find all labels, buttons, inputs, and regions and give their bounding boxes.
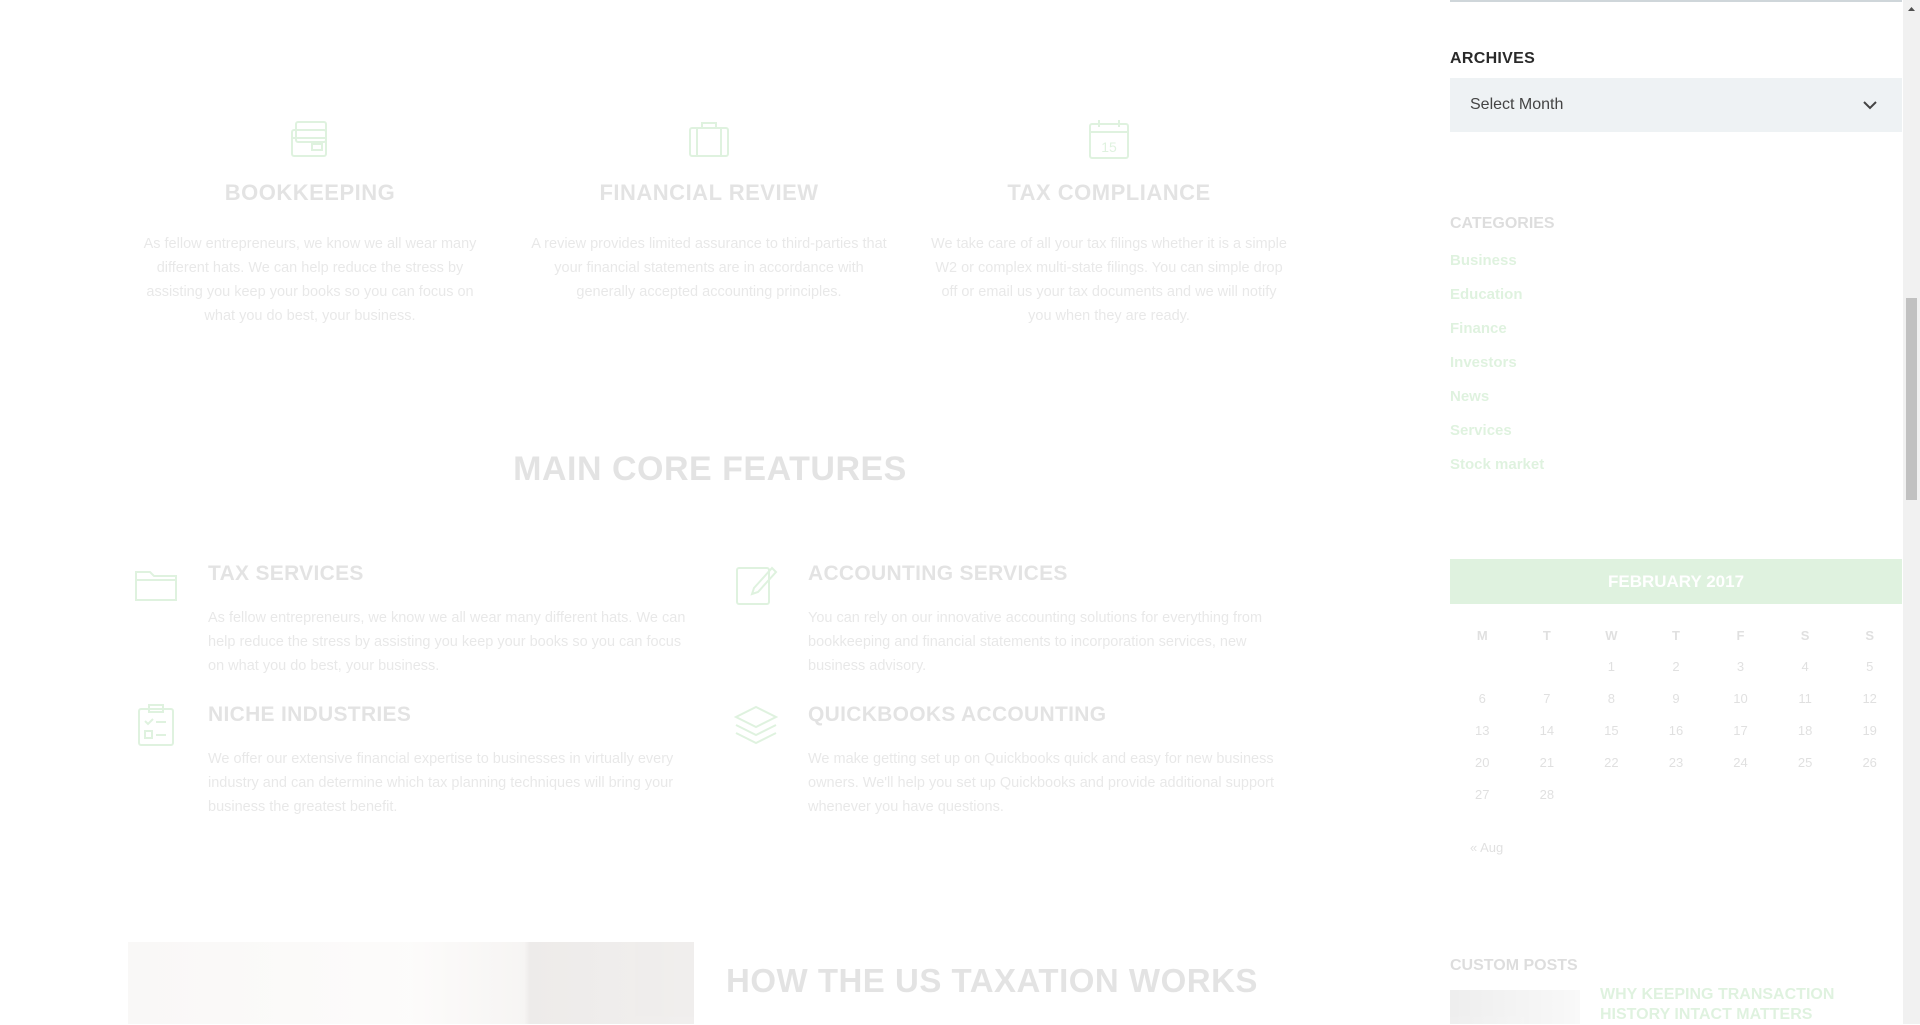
category-link[interactable]: Education [1450, 286, 1544, 320]
wallet-cards-icon [288, 118, 332, 162]
calendar-day: 1 [1607, 658, 1616, 674]
calendar-prev-link[interactable]: « Aug [1470, 840, 1503, 855]
main-content: BOOKKEEPING As fellow entrepreneurs, we … [0, 0, 1420, 1024]
calendar-day [1644, 778, 1709, 810]
calendar-day-header: M [1476, 627, 1488, 643]
sidebar-faded-widgets: CATEGORIES Business Education Finance In… [1450, 0, 1902, 1024]
calendar-day: 7 [1543, 690, 1551, 706]
calendar-day: 17 [1733, 722, 1748, 738]
calendar-day [1450, 650, 1515, 682]
calendar-day: 3 [1736, 658, 1745, 674]
calendar-day: 22 [1604, 754, 1619, 770]
calendar-day-header: T [1671, 627, 1680, 643]
category-link[interactable]: Investors [1450, 354, 1544, 388]
calendar-day: 8 [1607, 690, 1616, 706]
service-title: BOOKKEEPING [224, 180, 396, 205]
category-link[interactable]: News [1450, 388, 1544, 422]
category-link[interactable]: Stock market [1450, 456, 1544, 490]
categories-list: Business Education Finance Investors New… [1450, 252, 1544, 490]
calendar-day: 15 [1604, 722, 1619, 738]
service-bookkeeping: BOOKKEEPING As fellow entrepreneurs, we … [130, 118, 490, 328]
calendar-day: 16 [1668, 722, 1684, 738]
edit-document-icon [734, 562, 778, 606]
clipboard-checklist-icon [134, 703, 178, 747]
calendar-day: 4 [1801, 658, 1809, 674]
calendar-day: 14 [1539, 722, 1555, 738]
custom-post-thumbnail[interactable] [1450, 990, 1580, 1024]
service-tax-compliance: 15 TAX COMPLIANCE We take care of all yo… [929, 118, 1289, 328]
calendar-day: 23 [1668, 754, 1684, 770]
feature-text: As fellow entrepreneurs, we know we all … [208, 610, 686, 674]
calendar-day: 5 [1866, 658, 1874, 674]
calendar-day: 28 [1539, 786, 1555, 802]
core-features-title: MAIN CORE FEATURES [513, 450, 907, 488]
service-text: A review provides limited assurance to t… [531, 236, 887, 300]
service-title: FINANCIAL REVIEW [599, 180, 819, 205]
calendar-day-header: S [1865, 627, 1875, 643]
calendar-day-header: F [1736, 627, 1745, 643]
scroll-up-arrow-icon[interactable] [1903, 0, 1920, 17]
calendar-day: 18 [1797, 722, 1813, 738]
calendar-day-header: T [1542, 627, 1551, 643]
calendar-day: 10 [1733, 690, 1748, 706]
feature-text: We offer our extensive financial experti… [208, 751, 674, 815]
calendar-day: 11 [1798, 690, 1812, 706]
calendar-day: 13 [1475, 722, 1490, 738]
service-title: TAX COMPLIANCE [1007, 180, 1211, 205]
calendar-day: 2 [1672, 658, 1680, 674]
feature-title: TAX SERVICES [208, 562, 364, 585]
category-link[interactable]: Services [1450, 422, 1544, 456]
feature-text: You can rely on our innovative accountin… [808, 610, 1263, 674]
calendar-day: 9 [1672, 690, 1680, 706]
category-link[interactable]: Business [1450, 252, 1544, 286]
calendar-day: 27 [1475, 786, 1490, 802]
page-scrollbar[interactable] [1903, 0, 1920, 1024]
calendar-day: 20 [1475, 754, 1490, 770]
calendar-table: M T W T F S S 1 2 3 4 5 6 7 8 9 10 11 12… [1450, 620, 1902, 810]
calendar-caption: FEBRUARY 2017 [1450, 559, 1902, 604]
folder-icon [134, 562, 178, 606]
custom-posts-title: CUSTOM POSTS [1450, 957, 1578, 974]
feature-title: QUICKBOOKS ACCOUNTING [808, 703, 1107, 726]
calendar-day: 25 [1797, 754, 1813, 770]
feature-title: NICHE INDUSTRIES [208, 703, 412, 726]
calendar-day: 6 [1478, 690, 1486, 706]
scrollbar-thumb[interactable] [1906, 298, 1917, 500]
briefcase-icon [687, 118, 731, 162]
calendar-day [1773, 778, 1838, 810]
taxation-title: HOW THE US TAXATION WORKS [726, 962, 1258, 999]
taxation-image [128, 942, 694, 1024]
calendar-15-icon: 15 [1087, 118, 1131, 162]
calendar-day: 24 [1733, 754, 1748, 770]
service-financial-review: FINANCIAL REVIEW A review provides limit… [529, 118, 889, 304]
service-text: We take care of all your tax filings whe… [931, 236, 1287, 324]
calendar-day-header: S [1800, 627, 1810, 643]
calendar-day [1837, 778, 1902, 810]
calendar-day: 21 [1539, 754, 1555, 770]
sidebar: ARCHIVES Select Month CATEGORIES Busines… [1450, 0, 1902, 1024]
calendar-day: 19 [1862, 722, 1877, 738]
layers-stack-icon [733, 703, 779, 747]
svg-text:15: 15 [1101, 139, 1117, 155]
feature-title: ACCOUNTING SERVICES [808, 562, 1068, 585]
calendar-day-header: W [1605, 627, 1618, 643]
calendar-day [1515, 650, 1580, 682]
category-link[interactable]: Finance [1450, 320, 1544, 354]
calendar-day [1708, 778, 1773, 810]
feature-text: We make getting set up on Quickbooks qui… [808, 751, 1274, 815]
categories-title: CATEGORIES [1450, 215, 1555, 232]
calendar-day: 26 [1862, 754, 1877, 770]
custom-post-link[interactable]: WHY KEEPING TRANSACTION HISTORY INTACT M… [1600, 985, 1900, 1025]
calendar-day: 12 [1862, 690, 1877, 706]
calendar-day [1579, 778, 1644, 810]
service-text: As fellow entrepreneurs, we know we all … [143, 236, 477, 324]
